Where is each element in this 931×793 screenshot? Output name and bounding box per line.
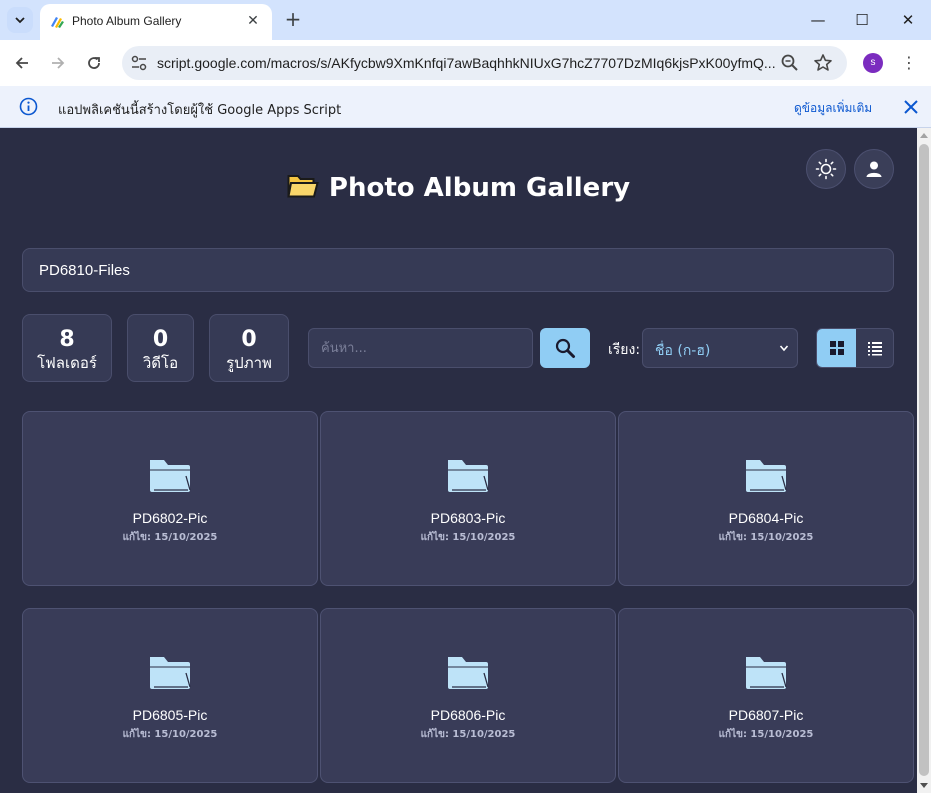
stat-videos-label: วิดีโอ xyxy=(142,354,179,372)
learn-more-link[interactable]: ดูข้อมูลเพิ่มเติม xyxy=(794,99,872,118)
list-view-button[interactable] xyxy=(856,329,893,367)
folder-card[interactable]: PD6805-Pic แก้ไข: 15/10/2025 xyxy=(22,608,318,783)
folder-name: PD6807-Pic xyxy=(728,707,804,723)
header: Photo Album Gallery xyxy=(0,172,917,203)
search-icon xyxy=(555,338,575,358)
tab-title: Photo Album Gallery xyxy=(72,14,182,28)
arrow-right-icon xyxy=(52,57,65,69)
stat-images: 0 รูปภาพ xyxy=(209,314,289,382)
folder-card[interactable]: PD6804-Pic แก้ไข: 15/10/2025 xyxy=(618,411,914,586)
info-bar-text: แอปพลิเคชันนี้สร้างโดยผู้ใช้ Google Apps… xyxy=(58,103,342,118)
back-button[interactable] xyxy=(10,51,34,75)
zoom-icon[interactable] xyxy=(780,53,800,73)
breadcrumb[interactable]: PD6810-Files xyxy=(22,248,894,292)
grid-icon xyxy=(829,341,844,355)
view-toggle xyxy=(816,328,894,368)
folder-card[interactable]: PD6806-Pic แก้ไข: 15/10/2025 xyxy=(320,608,616,783)
folder-icon xyxy=(746,460,787,492)
folder-modified: แก้ไข: 15/10/2025 xyxy=(718,729,814,740)
list-icon xyxy=(868,342,882,356)
address-bar[interactable]: script.google.com/macros/s/AKfycbw9XmKnf… xyxy=(122,46,847,80)
folder-icon xyxy=(448,657,489,689)
arrow-left-icon xyxy=(15,57,28,69)
sort-selected-value: ชื่อ (ก-ฮ) xyxy=(655,343,711,359)
new-tab-button[interactable]: + xyxy=(282,9,304,31)
breadcrumb-current: PD6810-Files xyxy=(39,262,130,279)
scrollbar-thumb[interactable] xyxy=(919,144,929,776)
maximize-button[interactable]: ☐ xyxy=(852,10,872,30)
profile-avatar[interactable]: s xyxy=(863,53,883,73)
stat-videos-count: 0 xyxy=(152,327,169,352)
folder-card[interactable]: PD6802-Pic แก้ไข: 15/10/2025 xyxy=(22,411,318,586)
browser-toolbar: script.google.com/macros/s/AKfycbw9XmKnf… xyxy=(0,40,931,86)
folder-name: PD6803-Pic xyxy=(430,510,506,526)
apps-script-icon xyxy=(51,17,64,28)
stat-folders-count: 8 xyxy=(59,327,75,352)
info-icon xyxy=(19,97,38,116)
site-info-icon[interactable] xyxy=(130,54,148,72)
folder-modified: แก้ไข: 15/10/2025 xyxy=(718,532,814,543)
sort-select[interactable]: ชื่อ (ก-ฮ) xyxy=(642,328,798,368)
stat-videos: 0 วิดีโอ xyxy=(127,314,194,382)
star-icon[interactable] xyxy=(813,53,833,73)
info-bar: แอปพลิเคชันนี้สร้างโดยผู้ใช้ Google Apps… xyxy=(0,86,931,128)
folder-icon xyxy=(448,460,489,492)
url-text[interactable]: script.google.com/macros/s/AKfycbw9XmKnf… xyxy=(157,55,776,71)
folder-icon xyxy=(150,657,191,689)
stat-folders: 8 โฟลเดอร์ xyxy=(22,314,112,382)
stat-images-label: รูปภาพ xyxy=(226,354,272,372)
tab-close-icon[interactable]: ✕ xyxy=(244,12,262,30)
app-content: Photo Album Gallery PD6810-Files 8 โฟลเด… xyxy=(0,128,931,793)
tab-search-button[interactable] xyxy=(7,7,33,33)
minimize-button[interactable]: — xyxy=(808,10,828,30)
reload-button[interactable] xyxy=(82,51,106,75)
close-icon[interactable] xyxy=(901,97,921,117)
folder-modified: แก้ไข: 15/10/2025 xyxy=(122,729,218,740)
folder-name: PD6805-Pic xyxy=(132,707,208,723)
chevron-down-icon xyxy=(779,345,789,352)
folder-modified: แก้ไข: 15/10/2025 xyxy=(420,532,516,543)
chevron-down-icon xyxy=(15,17,25,24)
browser-tab[interactable]: Photo Album Gallery ✕ xyxy=(40,4,272,40)
folder-icon xyxy=(150,460,191,492)
tab-strip: Photo Album Gallery ✕ + — ☐ ✕ xyxy=(0,0,931,40)
grid-view-button[interactable] xyxy=(817,329,856,367)
folder-card[interactable]: PD6807-Pic แก้ไข: 15/10/2025 xyxy=(618,608,914,783)
stat-images-count: 0 xyxy=(241,327,257,352)
scroll-up-icon[interactable] xyxy=(920,133,928,138)
folder-emoji-icon xyxy=(287,175,319,198)
folder-card[interactable]: PD6803-Pic แก้ไข: 15/10/2025 xyxy=(320,411,616,586)
scroll-down-icon[interactable] xyxy=(920,783,928,788)
folder-icon xyxy=(746,657,787,689)
stat-folders-label: โฟลเดอร์ xyxy=(37,354,97,372)
search-button[interactable] xyxy=(540,328,590,368)
folder-name: PD6806-Pic xyxy=(430,707,506,723)
folder-modified: แก้ไข: 15/10/2025 xyxy=(122,532,218,543)
folder-name: PD6802-Pic xyxy=(132,510,208,526)
sort-label: เรียง: xyxy=(608,342,641,358)
close-window-button[interactable]: ✕ xyxy=(898,10,918,30)
page-title: Photo Album Gallery xyxy=(328,173,631,203)
search-input[interactable] xyxy=(308,328,533,368)
scrollbar[interactable] xyxy=(917,128,931,793)
folder-modified: แก้ไข: 15/10/2025 xyxy=(420,729,516,740)
browser-menu-icon[interactable]: ⋮ xyxy=(900,51,918,75)
reload-icon xyxy=(88,57,100,69)
folder-name: PD6804-Pic xyxy=(728,510,804,526)
forward-button[interactable] xyxy=(46,51,70,75)
